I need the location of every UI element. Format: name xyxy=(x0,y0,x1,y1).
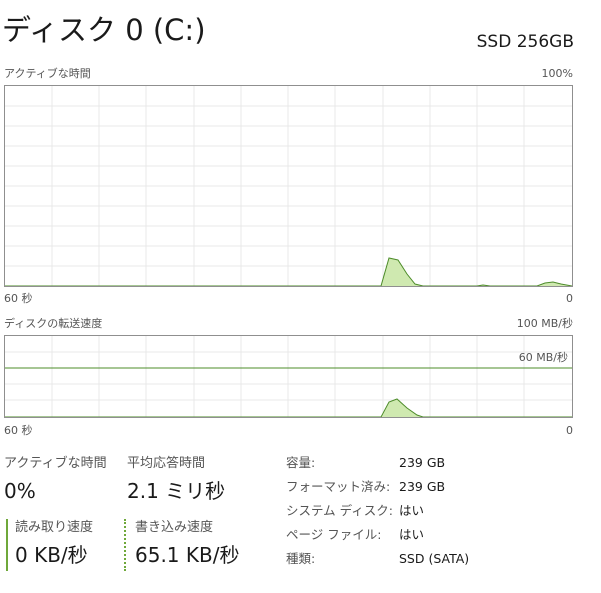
active-time-graph-label: アクティブな時間 xyxy=(4,67,91,80)
read-speed-stat-value: 0 KB/秒 xyxy=(15,543,88,567)
info-key-type: 種類: xyxy=(286,551,316,566)
transfer-rate-graph: 60 MB/秒 xyxy=(4,335,573,418)
transfer-max-label: 100 MB/秒 xyxy=(516,317,573,330)
info-value-capacity: 239 GB xyxy=(399,455,446,470)
active-time-axis-min: 0 xyxy=(566,292,573,305)
write-speed-indicator xyxy=(124,519,126,571)
transfer-axis-time: 60 秒 xyxy=(4,424,33,437)
avg-response-stat-label: 平均応答時間 xyxy=(127,456,206,471)
transfer-reference-label: 60 MB/秒 xyxy=(518,351,568,364)
transfer-graph-label: ディスクの転送速度 xyxy=(4,317,103,330)
read-speed-stat-label: 読み取り速度 xyxy=(15,520,94,535)
active-time-graph xyxy=(4,85,573,287)
write-speed-stat-label: 書き込み速度 xyxy=(135,520,214,535)
active-time-stat-value: 0% xyxy=(4,479,36,503)
read-speed-indicator xyxy=(6,519,8,571)
info-value-page-file: はい xyxy=(399,527,425,542)
info-value-system-disk: はい xyxy=(399,503,425,518)
transfer-rate-graph-canvas xyxy=(5,336,572,417)
info-key-page-file: ページ ファイル: xyxy=(286,527,382,542)
active-time-stat-label: アクティブな時間 xyxy=(4,456,107,471)
disk-model: SSD 256GB xyxy=(476,32,574,52)
info-value-formatted: 239 GB xyxy=(399,479,446,494)
info-key-system-disk: システム ディスク: xyxy=(286,503,393,518)
info-key-capacity: 容量: xyxy=(286,455,316,470)
avg-response-stat-value: 2.1 ミリ秒 xyxy=(127,479,226,503)
active-time-axis-time: 60 秒 xyxy=(4,292,33,305)
transfer-axis-min: 0 xyxy=(566,424,573,437)
disk-title: ディスク 0 (C:) xyxy=(2,13,206,47)
active-time-graph-canvas xyxy=(5,86,572,286)
write-speed-stat-value: 65.1 KB/秒 xyxy=(135,543,240,567)
info-value-type: SSD (SATA) xyxy=(399,551,470,566)
info-key-formatted: フォーマット済み: xyxy=(286,479,391,494)
active-time-max-label: 100% xyxy=(541,67,573,80)
